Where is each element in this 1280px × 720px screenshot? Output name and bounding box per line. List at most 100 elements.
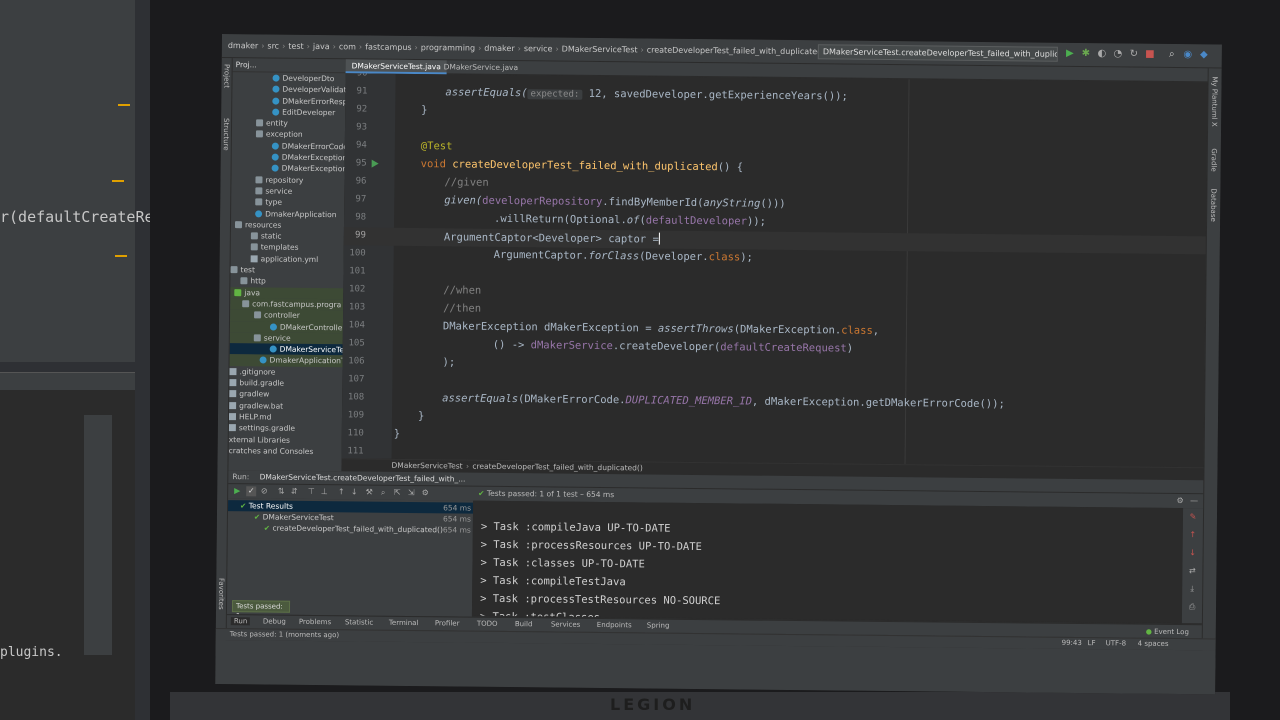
breadcrumb-item[interactable]: com: [337, 42, 358, 51]
rerun-icon[interactable]: ↻: [1128, 48, 1140, 60]
settings-icon[interactable]: ◉: [1182, 49, 1194, 61]
print-icon[interactable]: ⎙: [1187, 602, 1197, 612]
tool-tab-problems[interactable]: Problems: [299, 618, 331, 626]
run-tab[interactable]: DMakerServiceTest.createDeveloperTest_fa…: [252, 472, 466, 483]
database-side-tab[interactable]: Database: [1209, 188, 1217, 221]
check-icon: ✔: [253, 512, 263, 522]
tab-dmakerservicetest[interactable]: DMakerServiceTest.java: [345, 59, 447, 75]
test-tree-row[interactable]: ✔ createDeveloperTest_failed_with_duplic…: [228, 522, 473, 536]
tool-tab-profiler[interactable]: Profiler: [435, 619, 460, 627]
breadcrumb-item[interactable]: src: [265, 41, 281, 50]
down-icon[interactable]: ↓: [349, 487, 359, 497]
run-gutter-icon[interactable]: [371, 159, 379, 168]
indent-setting[interactable]: 4 spaces: [1138, 639, 1169, 650]
gear-icon[interactable]: ⚙: [1175, 496, 1185, 506]
clear-icon[interactable]: ✎: [1188, 512, 1198, 522]
scroll-end-icon[interactable]: ⤓: [1187, 584, 1197, 594]
wrap-icon[interactable]: ⇄: [1187, 566, 1197, 576]
code-token: anyString: [703, 197, 761, 210]
code-editor[interactable]: 90 91 assertEquals(expected: 12, savedDe…: [341, 73, 1208, 468]
event-log[interactable]: ● Event Log: [1146, 627, 1189, 638]
coverage-icon[interactable]: ◐: [1096, 48, 1108, 60]
project-side-tab[interactable]: Project: [222, 64, 230, 88]
project-tree-label: repository: [265, 175, 304, 185]
tool-tab-todo[interactable]: TODO: [477, 620, 498, 628]
plantuml-side-tab[interactable]: My Plantuml X: [1210, 76, 1219, 126]
class-icon: [271, 153, 279, 161]
import-icon[interactable]: ⇲: [406, 488, 416, 498]
breadcrumb-item[interactable]: java: [311, 42, 332, 51]
tool-tab-terminal[interactable]: Terminal: [389, 619, 419, 627]
run-configuration-select[interactable]: DMakerServiceTest.createDeveloperTest_fa…: [817, 44, 1058, 62]
favorites-side-tab[interactable]: Favorites: [217, 578, 225, 610]
left-monitor: r(defaultCreateRe plugins.: [0, 0, 150, 720]
code-token: () ->: [492, 338, 531, 352]
sort-alpha-icon[interactable]: ⇅: [276, 487, 286, 497]
breadcrumb-item[interactable]: service: [522, 44, 555, 53]
project-tree-label: service: [263, 333, 291, 343]
breadcrumb-item[interactable]: test: [286, 42, 305, 51]
up-icon[interactable]: ↑: [1188, 530, 1198, 540]
profile-icon[interactable]: ◔: [1112, 48, 1124, 60]
show-ignored-icon[interactable]: ⊘: [259, 486, 269, 496]
folder-icon: [256, 119, 264, 127]
console-output[interactable]: > Task :compileJava UP-TO-DATE > Task :pr…: [471, 500, 1184, 624]
caret-position[interactable]: 99:43: [1062, 638, 1082, 649]
plugin-icon[interactable]: ◆: [1198, 49, 1210, 61]
code-token: ));: [746, 215, 767, 228]
breadcrumb-item[interactable]: dmaker: [482, 44, 516, 53]
test-status-text: Tests passed: 1 of 1 test – 654 ms: [486, 488, 615, 500]
breadcrumb-item[interactable]: programming: [419, 43, 477, 53]
code-token: defaultDeveloper: [645, 214, 748, 228]
expand-all-icon[interactable]: ⊤: [306, 487, 316, 497]
gradle-side-tab[interactable]: Gradle: [1210, 148, 1218, 171]
line-number: 109: [347, 410, 365, 421]
code-token: 12, savedDeveloper.getExperienceYears())…: [582, 87, 848, 103]
tab-dmakerservice[interactable]: DMakerService.java: [438, 60, 525, 75]
export-icon[interactable]: ⇱: [392, 488, 402, 498]
tool-tab-build[interactable]: Build: [515, 620, 533, 628]
class-icon: [269, 345, 277, 353]
folder-icon: [230, 266, 238, 274]
class-icon: [272, 85, 280, 93]
tool-tab-services[interactable]: Services: [551, 620, 581, 628]
file-encoding[interactable]: UTF-8: [1106, 638, 1127, 649]
project-panel-header[interactable]: Proj...: [232, 58, 346, 74]
breadcrumb-class[interactable]: DMakerServiceTest: [391, 461, 462, 471]
tool-tab-debug[interactable]: Debug: [263, 617, 286, 625]
collapse-all-icon[interactable]: ⊥: [319, 487, 329, 497]
show-passed-icon[interactable]: ✓: [246, 486, 257, 497]
up-icon[interactable]: ↑: [336, 487, 346, 497]
structure-side-tab[interactable]: Structure: [222, 118, 230, 151]
breadcrumb-item[interactable]: createDeveloperTest_failed_with_duplicat…: [645, 45, 825, 56]
code-token: );: [442, 356, 456, 369]
debug-icon[interactable]: ✱: [1080, 48, 1092, 60]
rerun-icon[interactable]: ▶: [232, 486, 242, 496]
code-token: (DMakerErrorCode.: [517, 393, 626, 407]
project-tree-item[interactable]: cratches and Consoles: [229, 445, 342, 457]
breadcrumb-method[interactable]: createDeveloperTest_failed_with_duplicat…: [472, 462, 643, 473]
line-separator[interactable]: LF: [1088, 638, 1096, 649]
code-token: DUPLICATED_MEMBER_ID: [625, 394, 753, 408]
minimize-icon[interactable]: —: [1189, 496, 1199, 506]
breadcrumb-item[interactable]: fastcampus: [363, 42, 414, 52]
breadcrumb-item[interactable]: DMakerServiceTest: [560, 45, 640, 55]
search-icon[interactable]: ⌕: [1166, 49, 1178, 61]
file-icon: [229, 367, 237, 375]
wrench-icon[interactable]: ⚒: [364, 488, 374, 498]
class-icon: [272, 74, 280, 82]
tool-tab-run[interactable]: Run: [230, 617, 251, 626]
tests-passed-toast[interactable]: Tests passed: 1: [231, 600, 291, 620]
down-icon[interactable]: ↓: [1188, 548, 1198, 558]
breadcrumb-item[interactable]: dmaker: [226, 41, 260, 50]
tool-tab-statistic[interactable]: Statistic: [345, 618, 373, 626]
stop-icon[interactable]: ■: [1144, 49, 1156, 61]
sort-duration-icon[interactable]: ⇵: [289, 487, 299, 497]
test-name: Test Results: [248, 501, 294, 511]
tool-tab-spring[interactable]: Spring: [647, 621, 670, 629]
gear-icon[interactable]: ⚙: [420, 488, 430, 498]
tool-tab-endpoints[interactable]: Endpoints: [597, 621, 632, 629]
run-icon[interactable]: ▶: [1064, 48, 1076, 60]
search-icon[interactable]: ⌕: [378, 488, 388, 498]
line-number: 95: [355, 158, 367, 169]
